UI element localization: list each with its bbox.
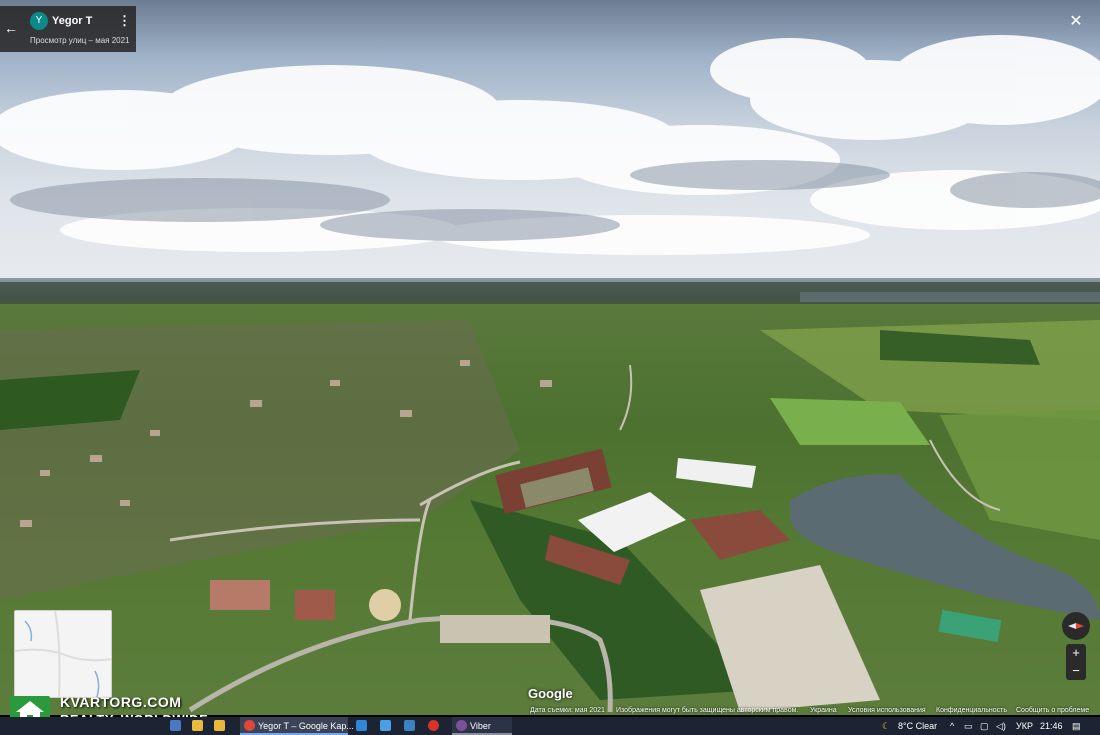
folder-icon[interactable]	[192, 720, 203, 731]
viber-label: Viber	[470, 721, 491, 731]
chat-icon[interactable]: ▢	[980, 718, 989, 734]
vertical-dots-icon[interactable]: ⋮	[118, 12, 131, 30]
edge-icon[interactable]	[356, 720, 367, 731]
minimap[interactable]	[14, 610, 112, 698]
language-indicator[interactable]: УКР	[1016, 718, 1033, 734]
close-icon[interactable]: ✕	[1066, 12, 1086, 32]
active-window-title: Yegor T – Google Kap...	[258, 721, 354, 731]
street-view-window: ← Y Yegor T ⋮ Просмотр улиц – мая 2021 ✕…	[0, 0, 1100, 735]
taskbar-viber[interactable]: Viber	[452, 717, 512, 735]
author-name[interactable]: Yegor T	[52, 15, 92, 27]
minimap-map	[15, 611, 111, 697]
speaker-icon[interactable]: ◁)	[996, 718, 1006, 734]
chrome-icon	[244, 720, 255, 731]
taskbar-active-window[interactable]: Yegor T – Google Kap...	[240, 717, 354, 735]
opera-icon[interactable]	[428, 720, 439, 731]
attribution-bar: Дата съемки: мая 2021 Изображения могут …	[526, 705, 1100, 717]
weather-text[interactable]: 8°C Clear	[898, 718, 937, 734]
panorama-info-card: ← Y Yegor T ⋮ Просмотр улиц – мая 2021	[0, 6, 136, 52]
avatar[interactable]: Y	[30, 12, 48, 30]
arrow-left-icon[interactable]: ←	[3, 20, 19, 36]
report-link[interactable]: Сообщить о проблеме	[1016, 707, 1089, 714]
terms-link[interactable]: Условия использования	[848, 707, 926, 714]
panorama-image[interactable]	[0, 0, 1100, 717]
region-link[interactable]: Украина	[810, 707, 837, 714]
zoom-out-button[interactable]: −	[1066, 662, 1086, 680]
viber-icon	[456, 720, 467, 731]
notification-icon[interactable]: ▤	[1072, 718, 1081, 734]
network-icon[interactable]: ▭	[964, 718, 973, 734]
moon-icon: ☾	[882, 721, 891, 731]
google-logo: Google	[528, 686, 573, 701]
capture-date: Дата съемки: мая 2021	[530, 707, 605, 714]
search-app-icon[interactable]	[380, 720, 391, 731]
chevron-up-icon[interactable]: ^	[950, 718, 954, 734]
taskbar: Yegor T – Google Kap... Viber ☾ 8°C Clea…	[0, 717, 1100, 735]
zoom-controls: + −	[1066, 644, 1086, 680]
compass-icon[interactable]	[1062, 612, 1090, 640]
copyright-notice: Изображения могут быть защищены авторски…	[616, 707, 799, 714]
taskview-icon[interactable]	[170, 720, 181, 731]
zoom-in-button[interactable]: +	[1066, 644, 1086, 662]
files-icon[interactable]	[214, 720, 225, 731]
mail-icon[interactable]	[404, 720, 415, 731]
privacy-link[interactable]: Конфиденциальность	[936, 707, 1007, 714]
capture-subtitle: Просмотр улиц – мая 2021	[30, 36, 130, 45]
clock[interactable]: 21:46	[1040, 718, 1063, 734]
watermark-line1: KVARTORG.COM	[60, 694, 182, 710]
